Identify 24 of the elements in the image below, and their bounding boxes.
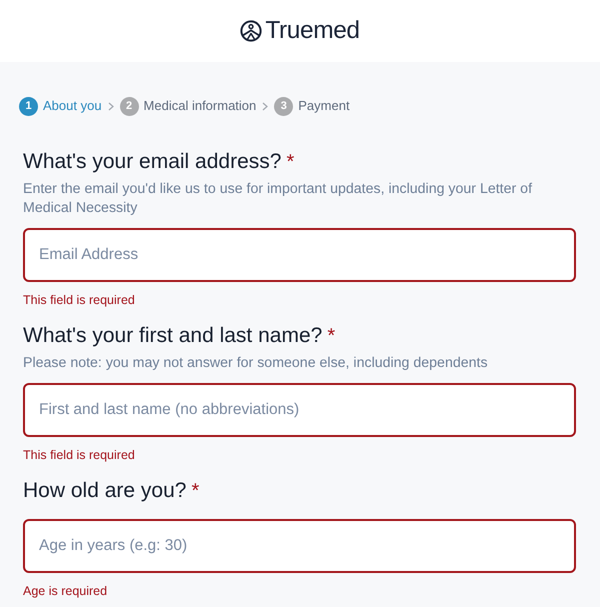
step-label: About you [43,98,102,114]
chevron-right-icon [108,102,114,110]
step-label: Payment [298,98,350,114]
question-description: Enter the email you'd like us to use for important updates, including your Letter of Medical Necessity [23,180,534,218]
required-asterisk: * [286,150,294,175]
step-number-badge: 1 [19,96,38,116]
error-message: This field is required [23,292,136,308]
step-label: Medical information [144,98,256,114]
input-field[interactable]: Email Address [23,228,576,282]
required-asterisk: * [327,324,336,349]
chevron-right-icon [262,102,268,110]
question-title: How old are you? [23,478,186,504]
question-title: What's your email address? [23,149,282,175]
error-message: Age is required [23,583,108,599]
question-description: Please note: you may not answer for someone else, including dependents [23,354,489,373]
step-number-badge: 2 [120,96,139,116]
input-field[interactable]: First and last name (no abbreviations) [23,383,576,437]
input-field[interactable]: Age in years (e.g: 30) [23,519,576,573]
figure-in-circle-icon [240,20,262,42]
step-number-badge: 3 [274,96,294,116]
question-title: What's your first and last name? [23,323,322,349]
required-asterisk: * [191,479,200,504]
error-message: This field is required [23,447,136,463]
logo-wordmark: Truemed [265,17,360,45]
